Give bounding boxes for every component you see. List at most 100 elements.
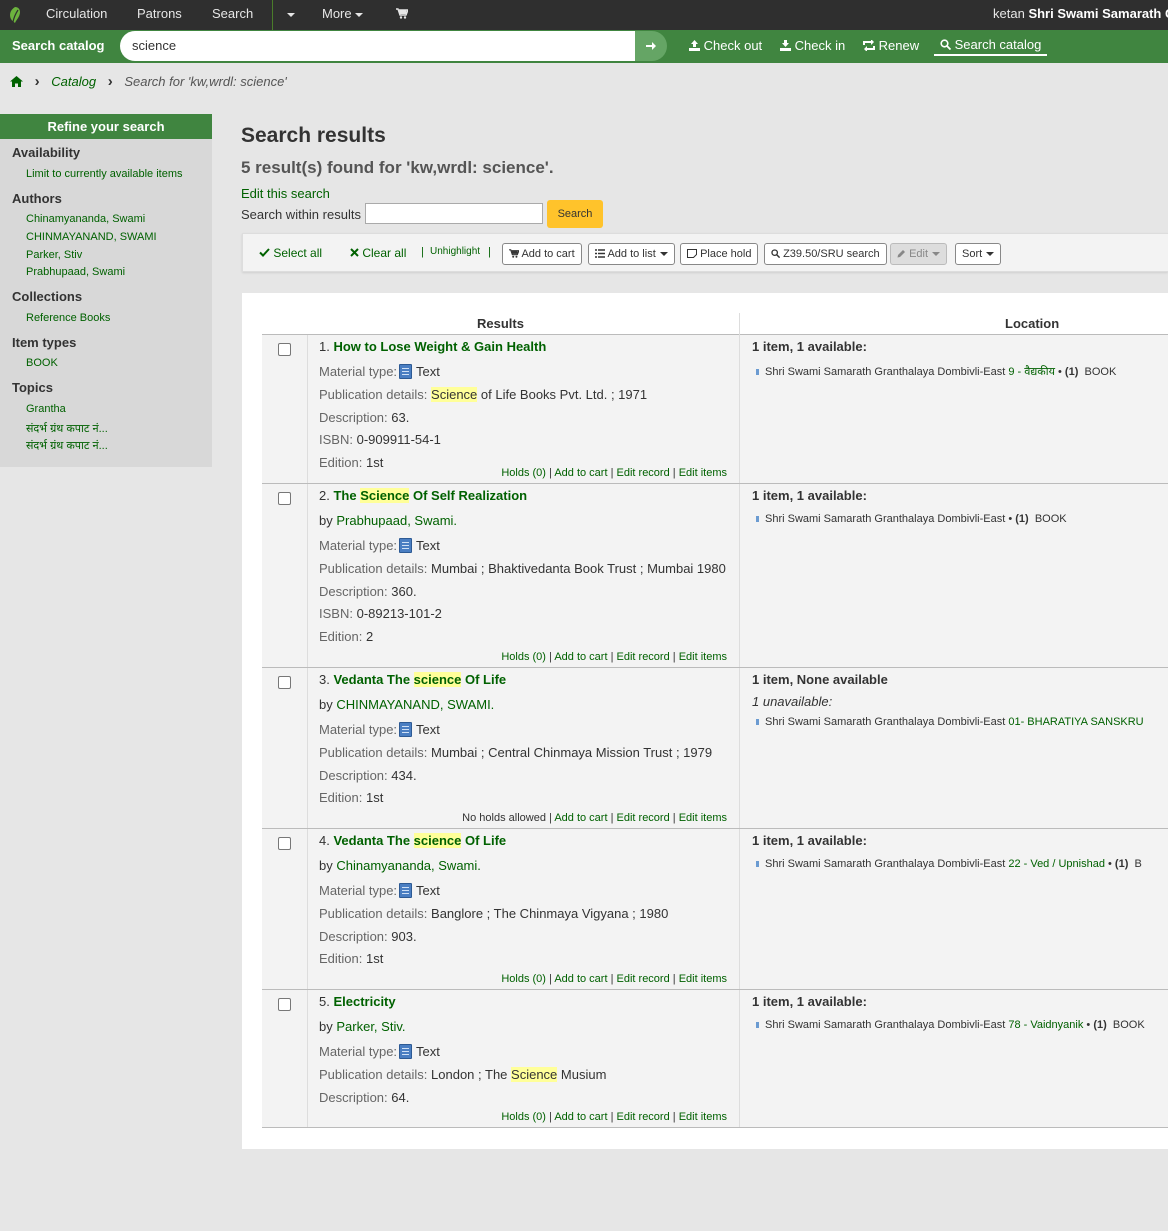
edit-items-link[interactable]: Edit items — [679, 1111, 727, 1123]
result-title-link[interactable]: How to Lose Weight & Gain Health — [333, 339, 546, 354]
add-to-list-button[interactable]: Add to list — [588, 243, 675, 265]
facet-author-item[interactable]: Chinamyananda, Swami — [26, 213, 145, 225]
holds-link[interactable]: Holds (0) — [501, 1111, 546, 1123]
availability-summary: 1 item, 1 available: — [752, 339, 867, 354]
search-input[interactable]: science — [120, 31, 635, 61]
row-divider — [307, 668, 308, 828]
result-publication: Publication details: Science of Life Boo… — [319, 387, 647, 402]
result-author-link[interactable]: CHINMAYANAND, SWAMI. — [336, 697, 494, 712]
by-label: by — [319, 697, 333, 712]
add-to-cart-button[interactable]: Add to cart — [502, 243, 582, 265]
result-title-text: How to Lose Weight & Gain Health — [333, 339, 547, 354]
facet-itemtype-item[interactable]: BOOK — [26, 357, 58, 369]
result-author-link[interactable]: Parker, Stiv. — [336, 1019, 405, 1034]
publication-value: London ; The — [431, 1067, 512, 1082]
result-author-link[interactable]: Prabhupaad, Swami. — [336, 513, 457, 528]
row-divider — [307, 829, 308, 989]
publication-label: Publication details: — [319, 387, 428, 402]
description-label: Description: — [319, 929, 388, 944]
row-divider — [307, 335, 308, 483]
search-catalog-tab[interactable]: Search catalog — [934, 30, 1048, 56]
facet-collection-item[interactable]: Reference Books — [26, 312, 110, 324]
koha-logo-icon[interactable] — [7, 6, 23, 24]
result-checkbox[interactable] — [278, 837, 291, 850]
edit-record-link[interactable]: Edit record — [617, 973, 670, 985]
place-hold-button[interactable]: Place hold — [680, 243, 759, 265]
col-header-results[interactable]: Results — [477, 316, 524, 331]
facet-author-item[interactable]: Parker, Stiv — [26, 249, 82, 261]
material-type-label: Material type: — [319, 538, 398, 553]
edit-items-link[interactable]: Edit items — [679, 651, 727, 663]
nav-patrons[interactable]: Patrons — [137, 0, 182, 30]
search-submit-button[interactable] — [635, 31, 667, 61]
shelf-location-link[interactable]: 78 - Vaidnyanik — [1008, 1019, 1083, 1031]
check-out-link[interactable]: Check out — [689, 30, 762, 62]
result-title-link[interactable]: The Science Of Self Realization — [333, 488, 527, 503]
edit-search-link[interactable]: Edit this search — [241, 186, 330, 201]
unhighlight-link[interactable]: Unhighlight — [430, 246, 480, 257]
edit-items-link[interactable]: Edit items — [679, 973, 727, 985]
edit-items-link[interactable]: Edit items — [679, 812, 727, 824]
edit-record-link[interactable]: Edit record — [617, 1111, 670, 1123]
result-actions: Holds (0) | Add to cart | Edit record | … — [501, 651, 727, 663]
edit-record-link[interactable]: Edit record — [617, 651, 670, 663]
result-checkbox[interactable] — [278, 492, 291, 505]
facet-author-item[interactable]: CHINMAYANAND, SWAMI — [26, 231, 157, 243]
edition-value: 2 — [366, 629, 374, 644]
add-to-cart-link[interactable]: Add to cart — [554, 651, 607, 663]
result-checkbox[interactable] — [278, 998, 291, 1011]
add-to-cart-link[interactable]: Add to cart — [554, 1111, 607, 1123]
publication-value: Banglore ; The Chinmaya Vigyana ; 1980 — [431, 906, 669, 921]
home-icon[interactable] — [10, 76, 23, 87]
pencil-icon — [897, 250, 905, 258]
breadcrumb: › Catalog › Search for 'kw,wrdl: science… — [10, 72, 287, 92]
add-to-cart-link[interactable]: Add to cart — [554, 467, 607, 479]
sort-dropdown-button[interactable]: Sort — [955, 243, 1002, 265]
result-checkbox[interactable] — [278, 343, 291, 356]
edit-record-link[interactable]: Edit record — [617, 467, 670, 479]
list-icon — [595, 249, 605, 258]
nav-search[interactable]: Search — [212, 0, 253, 30]
shelf-location-link[interactable]: 9 - वैद्यकीय — [1008, 366, 1055, 378]
holds-link[interactable]: Holds (0) — [501, 973, 546, 985]
facet-available-limit[interactable]: Limit to currently available items — [26, 168, 183, 180]
shelf-location-link[interactable]: 22 - Ved / Upnishad — [1008, 858, 1105, 870]
check-icon — [259, 248, 270, 257]
facet-topic-item[interactable]: Grantha — [26, 403, 66, 415]
logged-in-user[interactable]: ketan Shri Swami Samarath G — [993, 0, 1168, 30]
result-title-link[interactable]: Electricity — [333, 994, 395, 1009]
result-title-link[interactable]: Vedanta The science Of Life — [333, 672, 506, 687]
breadcrumb-catalog[interactable]: Catalog — [51, 74, 96, 89]
renew-link[interactable]: Renew — [863, 30, 919, 62]
add-to-cart-link[interactable]: Add to cart — [554, 973, 607, 985]
edit-items-link[interactable]: Edit items — [679, 467, 727, 479]
facet-topic-item[interactable]: संदर्भ ग्रंथ कपाट नं... — [26, 421, 108, 436]
result-publication: Publication details: Banglore ; The Chin… — [319, 906, 668, 921]
facet-itemtypes-heading: Item types — [12, 335, 77, 350]
result-author-link[interactable]: Chinamyananda, Swami. — [336, 858, 481, 873]
edition-value: 1st — [366, 951, 384, 966]
facet-author-item[interactable]: Prabhupaad, Swami — [26, 266, 125, 278]
clear-all-link[interactable]: Clear all — [350, 246, 406, 260]
search-within-button[interactable]: Search — [547, 200, 603, 228]
search-within-input[interactable] — [365, 203, 543, 224]
check-in-link[interactable]: Check in — [780, 30, 845, 62]
add-to-cart-link[interactable]: Add to cart — [554, 812, 607, 824]
nav-more[interactable]: More — [322, 0, 363, 30]
col-header-location[interactable]: Location — [1005, 316, 1059, 331]
edit-record-link[interactable]: Edit record — [617, 812, 670, 824]
cart-icon[interactable] — [396, 0, 410, 30]
result-checkbox[interactable] — [278, 676, 291, 689]
result-title-link[interactable]: Vedanta The science Of Life — [333, 833, 506, 848]
holds-link[interactable]: Holds (0) — [501, 651, 546, 663]
search-icon — [771, 249, 781, 259]
nav-search-dropdown[interactable] — [284, 0, 295, 30]
shelf-location-link[interactable]: 01- BHARATIYA SANSKRU — [1008, 716, 1143, 728]
nav-circulation[interactable]: Circulation — [46, 0, 107, 30]
z3950-search-button[interactable]: Z39.50/SRU search — [764, 243, 887, 265]
select-all-link[interactable]: Select all — [259, 246, 322, 260]
holds-link[interactable]: Holds (0) — [501, 467, 546, 479]
edit-dropdown-button[interactable]: Edit — [890, 243, 948, 265]
description-label: Description: — [319, 410, 388, 425]
facet-topic-item[interactable]: संदर्भ ग्रंथ कपाट नं... — [26, 438, 108, 453]
